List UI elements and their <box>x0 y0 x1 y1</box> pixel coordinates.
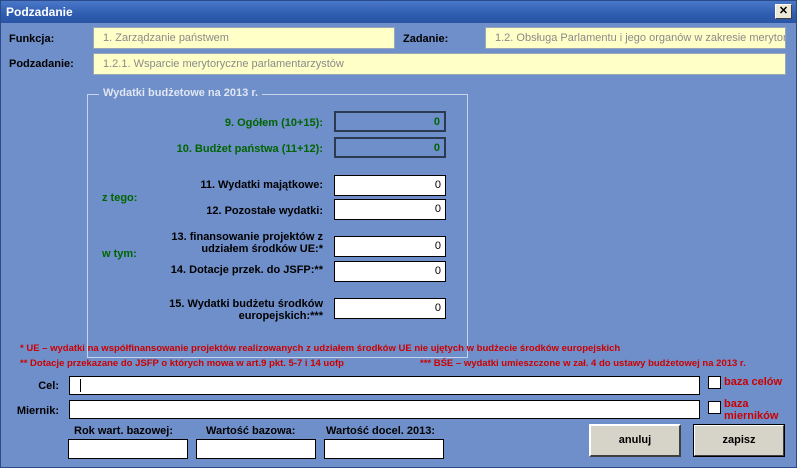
pozostale-label: 12. Pozostałe wydatki: <box>206 205 323 217</box>
title-bar: Podzadanie ✕ <box>1 1 796 23</box>
ogolem-value: 0 <box>334 111 446 132</box>
note-ue: * UE – wydatki na współfinansowanie proj… <box>20 343 621 354</box>
funkcja-label: Funkcja: <box>9 33 55 45</box>
miernik-label: Miernik: <box>16 405 59 417</box>
podzadanie-label: Podzadanie: <box>9 58 74 70</box>
majatkowe-label: 11. Wydatki majątkowe: <box>200 179 323 191</box>
rok-bazowej-input[interactable] <box>68 439 188 459</box>
baza-miernikow-checkbox[interactable] <box>708 401 721 414</box>
dialog-window: Podzadanie ✕ Funkcja: 1. Zarządzanie pań… <box>0 0 797 468</box>
ue-label-line-1: 13. finansowanie projektów z <box>171 231 323 243</box>
budzet-value: 0 <box>334 137 446 158</box>
wartosc-bazowa-label: Wartość bazowa: <box>206 425 296 437</box>
baza-miernikow-label: baza mierników <box>724 398 778 422</box>
ogolem-label: 9. Ogółem (10+15): <box>224 117 323 129</box>
pozostale-input[interactable]: 0 <box>334 199 446 220</box>
zadanie-field: 1.2. Obsługa Parlamentu i jego organów w… <box>485 27 786 49</box>
ue-input[interactable]: 0 <box>334 236 446 257</box>
expenses-frame-title: Wydatki budżetowe na 2013 r. <box>99 87 263 99</box>
note-jsfp: ** Dotacje przekazane do JSFP o których … <box>20 358 344 369</box>
jsfp-label: 14. Dotacje przek. do JSFP:** <box>170 264 323 276</box>
ue-label: 13. finansowanie projektów z udziałem śr… <box>141 231 323 255</box>
baza-celow-label: baza celów <box>724 376 783 388</box>
text-caret <box>80 379 81 392</box>
wartosc-docel-input[interactable] <box>324 439 444 459</box>
dialog-body: Funkcja: 1. Zarządzanie państwem Zadanie… <box>1 23 796 467</box>
funkcja-field: 1. Zarządzanie państwem <box>93 27 395 49</box>
cel-label: Cel: <box>38 380 59 392</box>
wartosc-docel-label: Wartość docel. 2013: <box>326 425 436 437</box>
w-tym-label: w tym: <box>102 248 137 260</box>
rok-bazowej-label: Rok wart. bazowej: <box>74 425 174 437</box>
z-tego-label: z tego: <box>102 192 138 204</box>
bse-label-line-1: 15. Wydatki budżetu środków <box>169 298 323 310</box>
bse-label: 15. Wydatki budżetu środków europejskich… <box>141 298 323 322</box>
zadanie-label: Zadanie: <box>403 33 449 45</box>
window-title: Podzadanie <box>6 5 73 19</box>
cel-input[interactable] <box>69 376 700 395</box>
budzet-label: 10. Budżet państwa (11+12): <box>176 143 323 155</box>
baza-miernikow-label-line-2: mierników <box>724 410 779 422</box>
close-icon[interactable]: ✕ <box>775 4 792 19</box>
podzadanie-field: 1.2.1. Wsparcie merytoryczne parlamentar… <box>93 53 786 75</box>
miernik-input[interactable] <box>69 400 700 419</box>
wartosc-bazowa-input[interactable] <box>196 439 316 459</box>
save-button[interactable]: zapisz <box>693 424 785 457</box>
majatkowe-input[interactable]: 0 <box>334 175 446 196</box>
ue-label-line-2: udziałem środków UE:* <box>201 243 323 255</box>
cancel-button[interactable]: anuluj <box>589 424 681 457</box>
bse-label-line-2: europejskich:*** <box>238 310 323 322</box>
baza-miernikow-label-line-1: baza <box>724 398 749 410</box>
bse-input[interactable]: 0 <box>334 298 446 319</box>
jsfp-input[interactable]: 0 <box>334 261 446 282</box>
baza-celow-checkbox[interactable] <box>708 376 721 389</box>
note-bse: *** BŚE – wydatki umieszczone w zał. 4 d… <box>420 358 746 369</box>
